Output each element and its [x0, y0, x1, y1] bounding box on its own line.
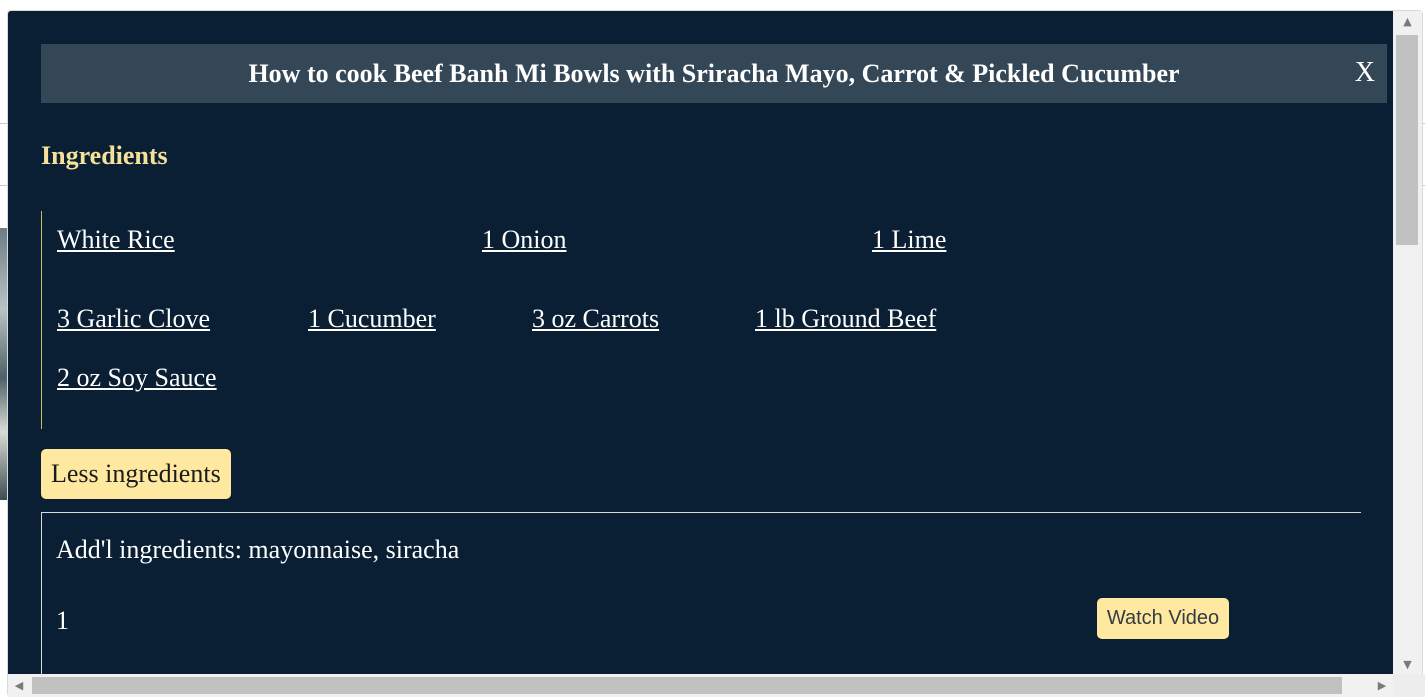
scroll-right-icon[interactable]: ▶ — [1371, 674, 1393, 697]
recipe-modal: How to cook Beef Banh Mi Bowls with Srir… — [7, 10, 1423, 697]
modal-title: How to cook Beef Banh Mi Bowls with Srir… — [248, 58, 1180, 88]
step-number: 1 — [56, 606, 69, 635]
ingredient-link[interactable]: White Rice — [57, 225, 175, 255]
ingredient-link[interactable]: 2 oz Soy Sauce — [57, 363, 217, 393]
close-button[interactable]: X — [1355, 57, 1375, 89]
vertical-scrollbar[interactable]: ▲ ▼ — [1393, 11, 1422, 674]
instructions-panel: Add'l ingredients: mayonnaise, siracha 1… — [41, 512, 1361, 696]
ingredient-link[interactable]: 1 lb Ground Beef — [755, 304, 936, 334]
vertical-scroll-thumb[interactable] — [1396, 35, 1418, 245]
ingredients-heading: Ingredients — [41, 141, 168, 170]
modal-header: How to cook Beef Banh Mi Bowls with Srir… — [41, 44, 1387, 103]
scroll-up-icon[interactable]: ▲ — [1393, 11, 1422, 31]
horizontal-scroll-thumb[interactable] — [32, 677, 1342, 694]
scroll-left-icon[interactable]: ◀ — [8, 674, 30, 697]
ingredients-list: White Rice 1 Onion 1 Lime 3 Garlic Clove… — [41, 211, 972, 429]
horizontal-scrollbar[interactable]: ◀ ▶ — [8, 674, 1393, 697]
ingredient-link[interactable]: 1 Lime — [872, 225, 946, 255]
scrollbar-corner — [1393, 674, 1425, 697]
ingredient-link[interactable]: 1 Cucumber — [308, 304, 436, 334]
additional-ingredients: Add'l ingredients: mayonnaise, siracha — [56, 535, 460, 564]
scroll-down-icon[interactable]: ▼ — [1393, 654, 1422, 674]
watch-video-button[interactable]: Watch Video — [1097, 598, 1229, 639]
ingredient-link[interactable]: 3 oz Carrots — [532, 304, 659, 334]
less-ingredients-button[interactable]: Less ingredients — [41, 449, 231, 499]
ingredient-link[interactable]: 3 Garlic Clove — [57, 304, 210, 334]
ingredient-link[interactable]: 1 Onion — [482, 225, 567, 255]
